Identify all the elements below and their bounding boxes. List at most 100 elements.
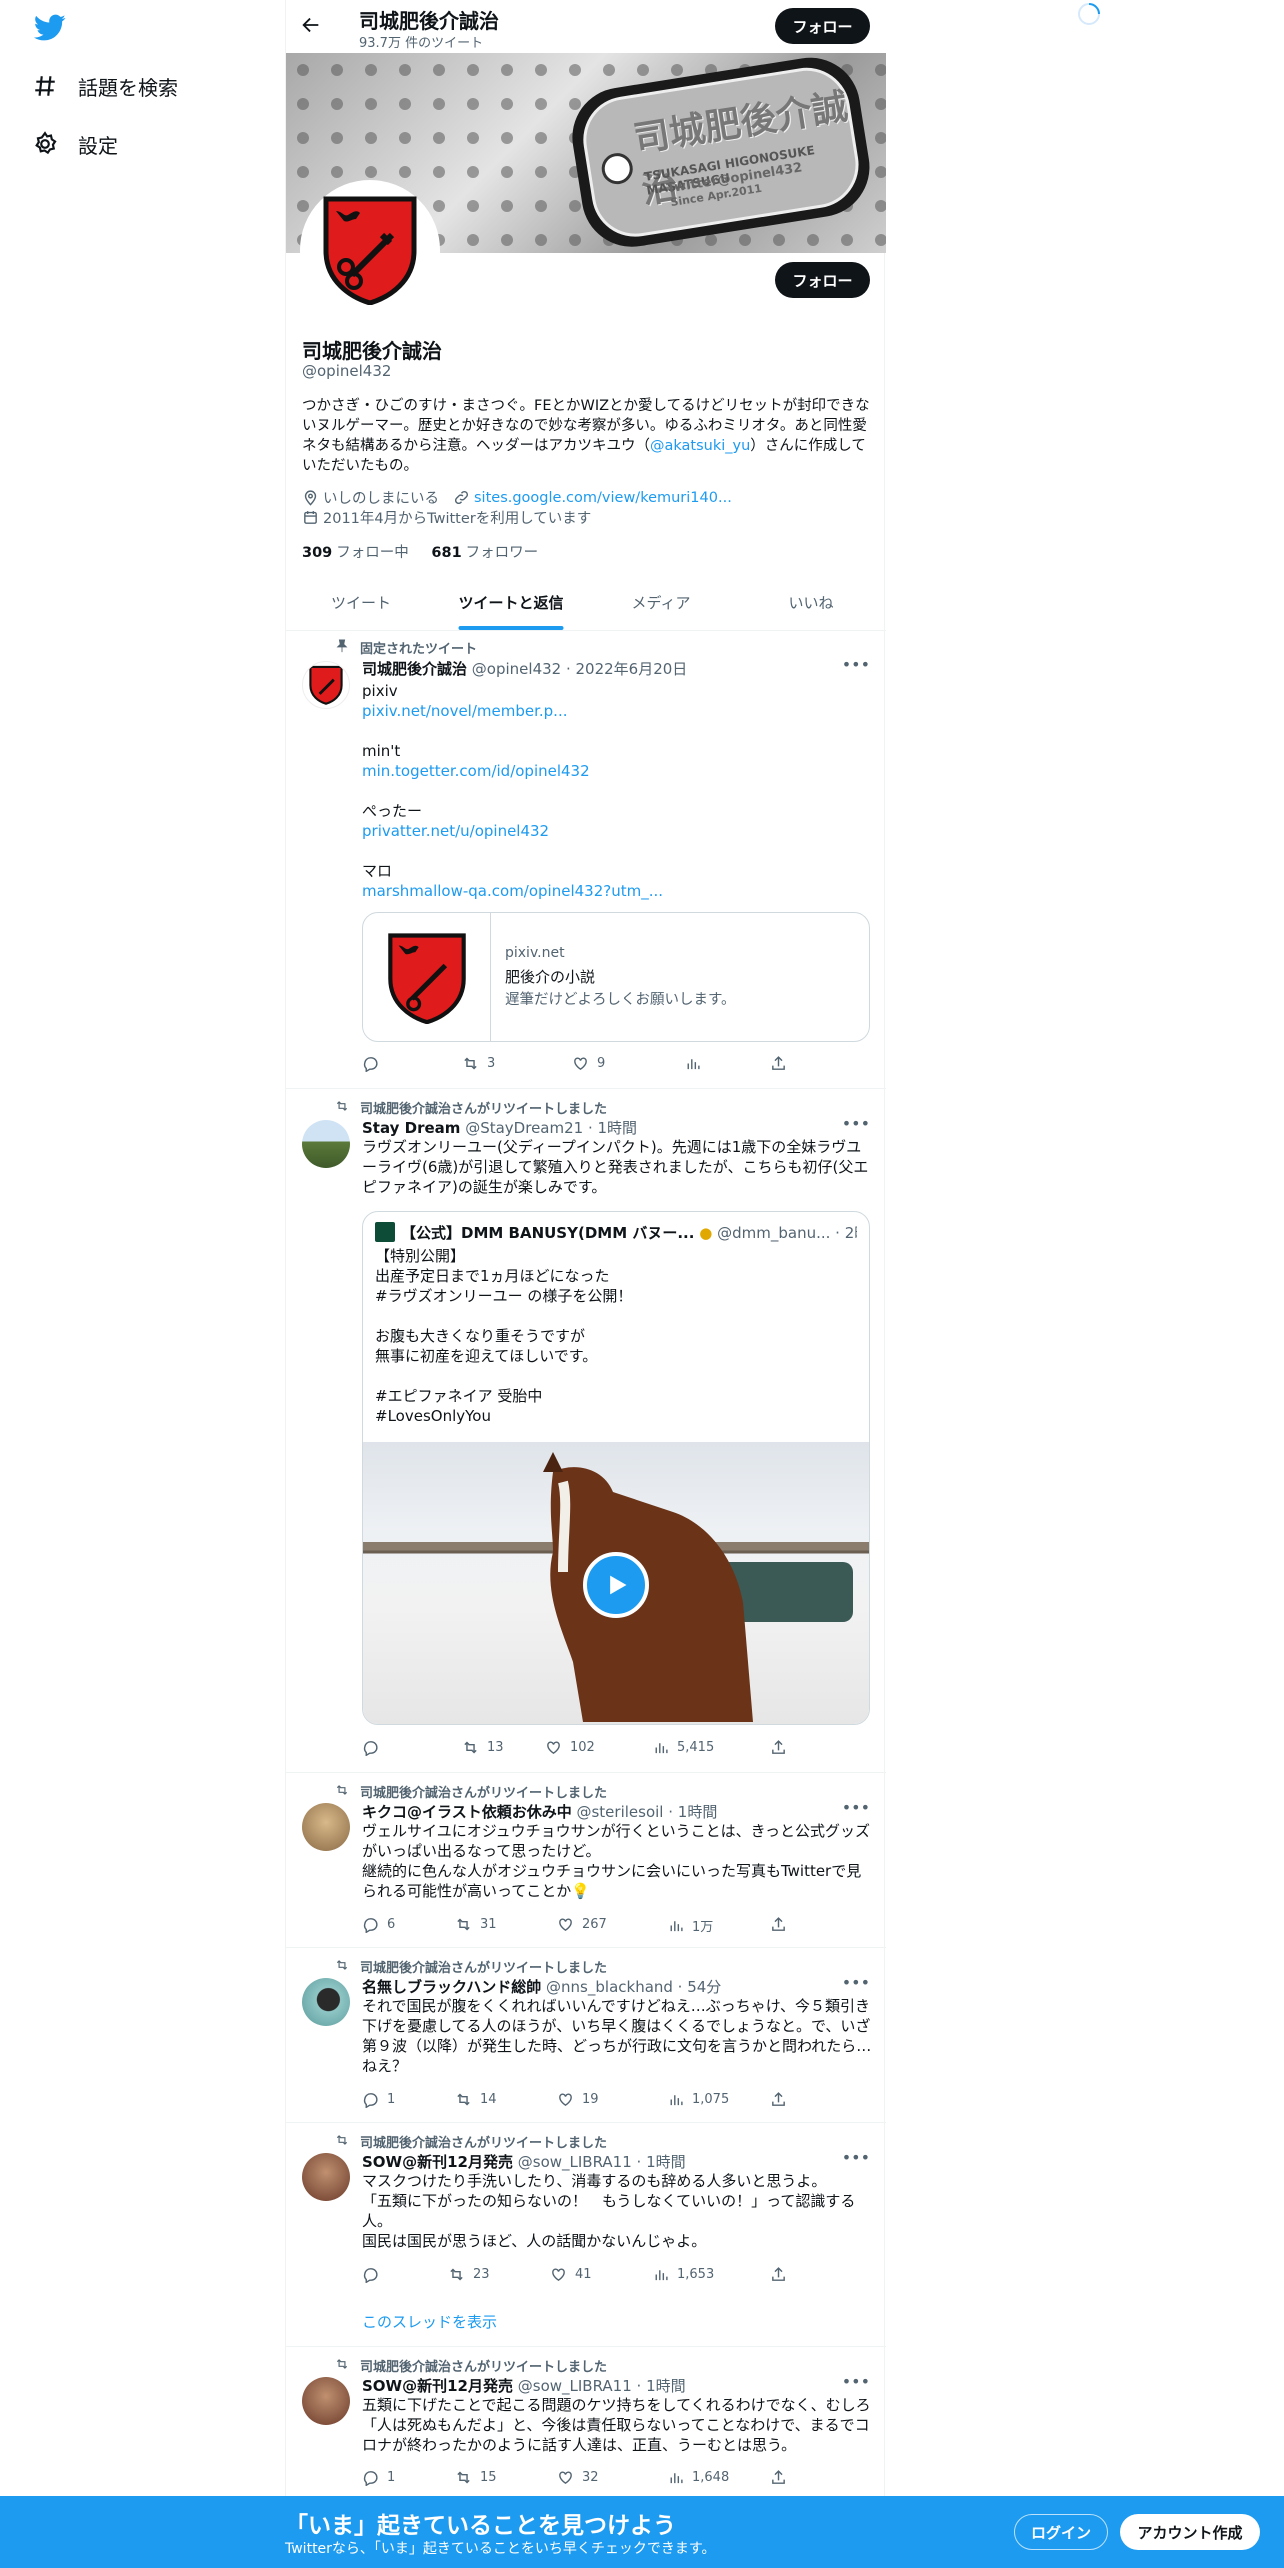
views-button[interactable]: 1,653 — [652, 2266, 714, 2283]
like-button[interactable]: 102 — [545, 1739, 595, 1756]
more-icon[interactable]: ••• — [842, 1973, 870, 1992]
retweet-button[interactable]: 3 — [462, 1055, 495, 1072]
share-button[interactable] — [770, 1055, 795, 1072]
avatar[interactable] — [302, 1120, 350, 1168]
avatar[interactable] — [302, 1978, 350, 2026]
more-icon[interactable]: ••• — [842, 655, 870, 674]
tweet-retweet[interactable]: 司城肥後介誠治さんがリツイートしました Stay Dream @StayDrea… — [286, 1089, 886, 1773]
share-button[interactable] — [770, 2091, 795, 2108]
link-card[interactable]: pixiv.net 肥後介の小説 遅筆だけどよろしくお願いします。 — [362, 912, 870, 1042]
tweet-retweet[interactable]: 司城肥後介誠治さんがリツイートしました キクコ@イラスト依頼お休み中 @ster… — [286, 1773, 886, 1948]
like-button[interactable]: 9 — [572, 1055, 605, 1072]
signup-banner: 「いま」起きていることを見つけよう Twitterなら、「いま」起きていることを… — [0, 2496, 1284, 2568]
views-button[interactable] — [684, 1055, 709, 1072]
author-handle[interactable]: @StayDream21 · 1時間 — [465, 1119, 637, 1137]
tweet-pinned[interactable]: 固定されたツイート 司城肥後介誠治 @opinel432 · 2022年6月20… — [286, 631, 886, 1089]
more-icon[interactable]: ••• — [842, 2372, 870, 2391]
verified-badge-icon: ● — [699, 1224, 713, 1242]
like-button[interactable]: 19 — [557, 2091, 599, 2108]
avatar[interactable] — [302, 661, 350, 709]
heart-icon — [559, 2093, 572, 2107]
like-button[interactable]: 41 — [550, 2266, 592, 2283]
nav-settings[interactable]: 設定 — [32, 124, 118, 164]
retweet-button[interactable]: 31 — [455, 1916, 497, 1933]
calendar-icon — [304, 511, 317, 524]
link[interactable]: privatter.net/u/opinel432 — [362, 821, 872, 841]
share-button[interactable] — [770, 2469, 795, 2486]
chart-icon — [670, 2095, 683, 2106]
profile-url-link[interactable]: sites.google.com/view/kemuri140... — [474, 490, 732, 506]
play-button[interactable] — [583, 1552, 649, 1618]
avatar[interactable] — [302, 1803, 350, 1851]
profile-avatar[interactable] — [300, 180, 440, 320]
more-icon[interactable]: ••• — [842, 1114, 870, 1133]
banner-subtext: Twitterなら、「いま」起きていることをいち早くチェックできます。 — [285, 2541, 716, 2557]
login-button[interactable]: ログイン — [1014, 2514, 1108, 2550]
share-button[interactable] — [770, 1739, 795, 1756]
retweet-button[interactable]: 15 — [455, 2469, 497, 2486]
author-name[interactable]: 司城肥後介誠治 — [362, 660, 467, 678]
author-handle[interactable]: @sterilesoil · 1時間 — [576, 1803, 717, 1821]
views-button[interactable]: 1,075 — [667, 2091, 729, 2108]
back-arrow-icon[interactable] — [300, 14, 322, 36]
nav-settings-label: 設定 — [78, 133, 118, 158]
author-handle[interactable]: @opinel432 · 2022年6月20日 — [472, 660, 688, 678]
card-title: 肥後介の小説 — [505, 968, 596, 986]
nav-explore[interactable]: 話題を検索 — [32, 66, 178, 106]
heart-icon — [574, 1057, 587, 1071]
profile-joined: 2011年4月からTwitterを利用しています — [302, 507, 591, 528]
more-icon[interactable]: ••• — [842, 1798, 870, 1817]
quote-tweet[interactable]: 【公式】DMM BANUSY(DMM バヌー... ● @dmm_banu...… — [362, 1211, 870, 1725]
tab-likes[interactable]: いいね — [736, 578, 886, 630]
video-thumbnail[interactable] — [363, 1442, 869, 1724]
more-icon[interactable]: ••• — [842, 2148, 870, 2167]
reply-button[interactable] — [362, 2266, 387, 2283]
retweet-button[interactable]: 13 — [462, 1739, 504, 1756]
tab-tweets-replies[interactable]: ツイートと返信 — [436, 578, 586, 630]
signup-button[interactable]: アカウント作成 — [1120, 2514, 1260, 2550]
profile-follow-button[interactable]: フォロー — [775, 262, 870, 298]
avatar[interactable] — [302, 2153, 350, 2201]
reply-button[interactable] — [362, 1055, 387, 1072]
twitter-logo-icon[interactable] — [34, 14, 66, 42]
views-button[interactable]: 5,415 — [652, 1739, 714, 1756]
play-icon — [610, 1575, 627, 1595]
link[interactable]: pixiv.net/novel/member.p... — [362, 701, 872, 721]
reply-icon — [363, 1057, 378, 1072]
like-button[interactable]: 267 — [557, 1916, 607, 1933]
views-button[interactable]: 1万 — [667, 1916, 713, 1935]
views-button[interactable]: 1,648 — [667, 2469, 729, 2486]
link[interactable]: marshmallow-qa.com/opinel432?utm_... — [362, 881, 872, 901]
retweet-icon — [457, 1918, 470, 1931]
reply-button[interactable]: 1 — [362, 2091, 395, 2108]
following-link[interactable]: 309 フォロー中 — [302, 545, 409, 561]
bio-mention-link[interactable]: @akatsuki_yu — [650, 438, 750, 454]
share-button[interactable] — [770, 2266, 795, 2283]
followers-link[interactable]: 681 フォロワー — [431, 545, 538, 561]
author-handle[interactable]: @nns_blackhand · 54分 — [546, 1978, 721, 1996]
retweet-button[interactable]: 23 — [448, 2266, 490, 2283]
tab-media[interactable]: メディア — [586, 578, 736, 630]
author-name[interactable]: SOW@新刊12月発売 — [362, 2153, 513, 2171]
show-thread-link[interactable]: このスレッドを表示 — [362, 2311, 497, 2332]
reply-button[interactable]: 6 — [362, 1916, 395, 1933]
tweet-retweet[interactable]: 司城肥後介誠治さんがリツイートしました SOW@新刊12月発売 @sow_LIB… — [286, 2123, 886, 2347]
like-button[interactable]: 32 — [557, 2469, 599, 2486]
banner-headline: 「いま」起きていることを見つけよう — [285, 2513, 676, 2539]
author-name[interactable]: キクコ@イラスト依頼お休み中 — [362, 1803, 572, 1821]
tweet-retweet[interactable]: 司城肥後介誠治さんがリツイートしました SOW@新刊12月発売 @sow_LIB… — [286, 2347, 886, 2497]
author-handle[interactable]: @sow_LIBRA11 · 1時間 — [518, 2377, 686, 2395]
reply-button[interactable]: 1 — [362, 2469, 395, 2486]
author-name[interactable]: SOW@新刊12月発売 — [362, 2377, 513, 2395]
share-button[interactable] — [770, 1916, 795, 1933]
tweet-retweet[interactable]: 司城肥後介誠治さんがリツイートしました 名無しブラックハンド総帥 @nns_bl… — [286, 1948, 886, 2123]
reply-button[interactable] — [362, 1739, 387, 1756]
link[interactable]: min.togetter.com/id/opinel432 — [362, 761, 872, 781]
retweet-button[interactable]: 14 — [455, 2091, 497, 2108]
author-name[interactable]: Stay Dream — [362, 1119, 460, 1137]
avatar[interactable] — [302, 2377, 350, 2425]
tab-tweets[interactable]: ツイート — [286, 578, 436, 630]
author-name[interactable]: 名無しブラックハンド総帥 — [362, 1978, 541, 1996]
author-handle[interactable]: @sow_LIBRA11 · 1時間 — [518, 2153, 686, 2171]
header-follow-button[interactable]: フォロー — [775, 8, 870, 44]
